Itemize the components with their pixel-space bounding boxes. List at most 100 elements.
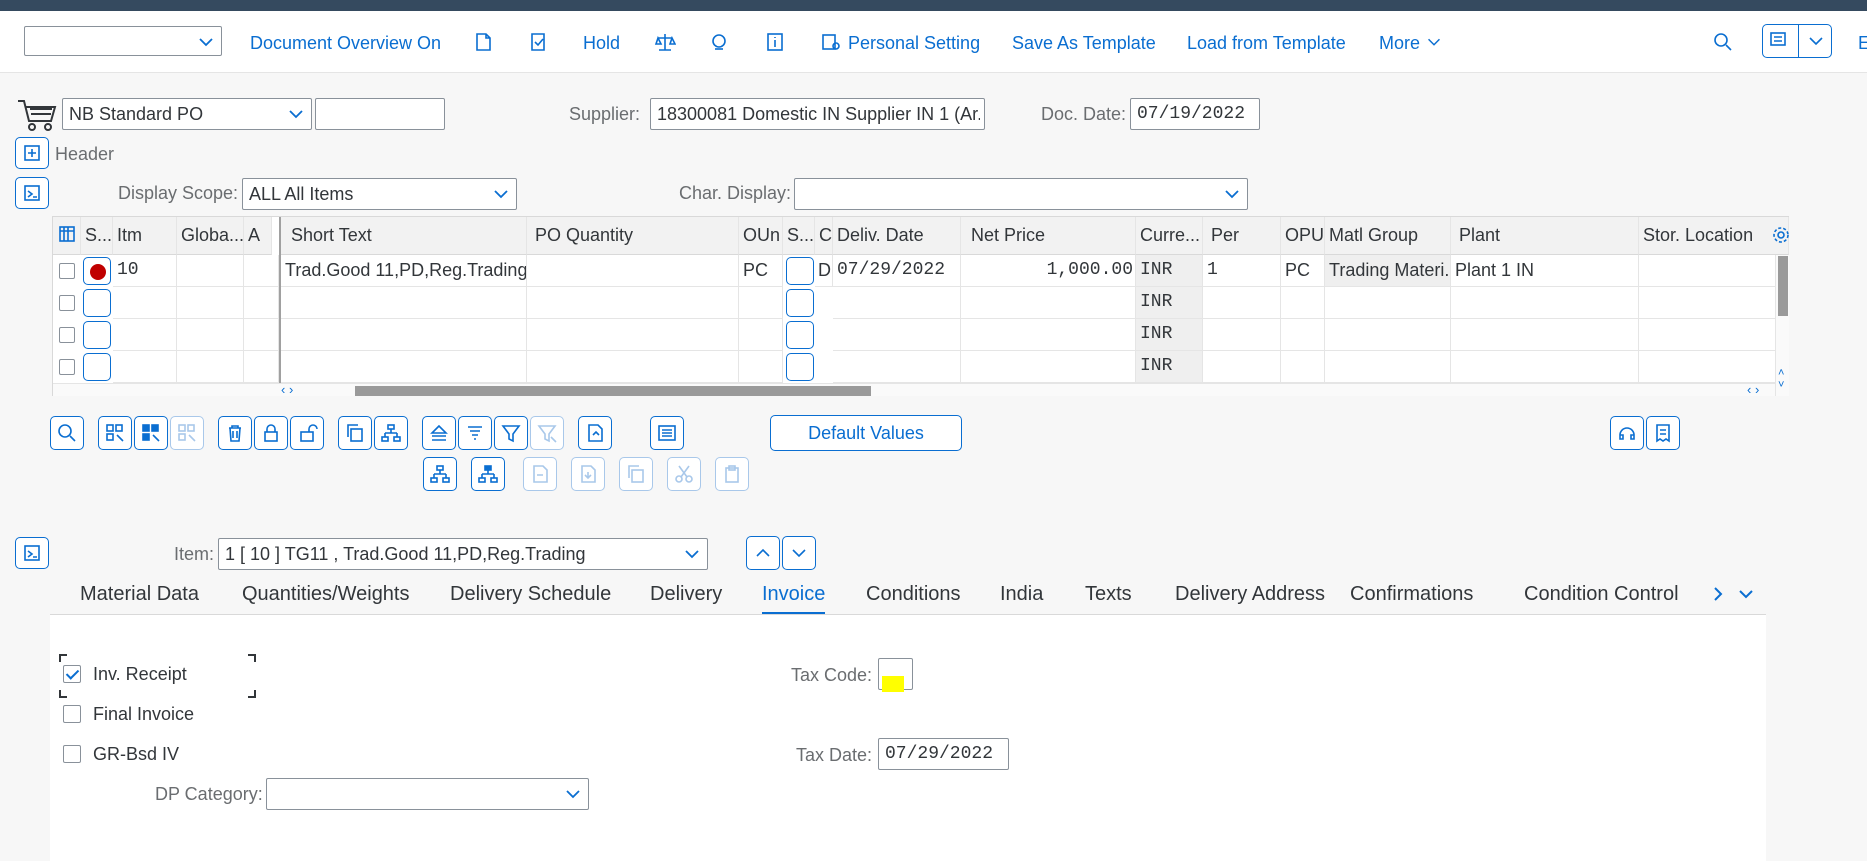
cell-po-quantity[interactable]	[527, 351, 739, 383]
cell-stor-location[interactable]	[1639, 319, 1776, 351]
cell-s-button[interactable]	[786, 289, 814, 317]
cell-deliv-date[interactable]	[833, 287, 961, 319]
tab-invoice[interactable]: Invoice	[762, 583, 825, 606]
lock-button[interactable]	[254, 416, 288, 450]
tabs-overflow-chevron-down-icon[interactable]	[1735, 583, 1757, 610]
cell-plant[interactable]: Plant 1 IN	[1451, 255, 1639, 287]
more-button[interactable]: More	[1379, 33, 1420, 54]
filter-button[interactable]	[494, 416, 528, 450]
collapse-item-detail-button[interactable]	[15, 537, 49, 569]
cell-stor-location[interactable]	[1639, 351, 1776, 383]
document-icon[interactable]	[470, 29, 496, 55]
status-button[interactable]	[83, 353, 111, 381]
structure-button[interactable]	[423, 457, 457, 491]
column-header-po-quantity[interactable]: PO Quantity	[527, 217, 739, 255]
tab-india[interactable]: India	[1000, 583, 1043, 606]
column-header-matl-group[interactable]: Matl Group	[1325, 217, 1451, 255]
cell-net-price[interactable]	[961, 319, 1136, 351]
copy-button[interactable]	[338, 416, 372, 450]
paste-button[interactable]	[715, 457, 749, 491]
variant-select[interactable]	[24, 26, 222, 56]
cell-deliv-date[interactable]	[833, 319, 961, 351]
transfer-button[interactable]	[523, 457, 557, 491]
cut-button[interactable]	[667, 457, 701, 491]
cell-global[interactable]	[177, 255, 244, 287]
doc-date-field[interactable]: 07/19/2022	[1130, 98, 1260, 130]
cell-a[interactable]	[244, 351, 279, 383]
column-header-plant[interactable]: Plant	[1451, 217, 1639, 255]
remove-filter-button[interactable]	[530, 416, 564, 450]
vertical-scrollbar[interactable]: ˄ ˅	[1775, 255, 1789, 396]
inv-receipt-checkbox[interactable]	[63, 665, 81, 683]
cart-icon[interactable]	[16, 97, 58, 133]
tab-texts[interactable]: Texts	[1085, 583, 1132, 606]
column-header-deliv-date[interactable]: Deliv. Date	[833, 217, 961, 255]
status-button[interactable]	[83, 321, 111, 349]
load-from-template-button[interactable]: Load from Template	[1187, 33, 1346, 54]
tabs-scroll-right-icon[interactable]	[1707, 583, 1729, 610]
scroll-left-right-icon[interactable]: ‹ ›	[1747, 382, 1759, 397]
structure-expand-button[interactable]	[471, 457, 505, 491]
next-item-button[interactable]	[782, 536, 816, 570]
sort-ascending-button[interactable]	[422, 416, 456, 450]
info-icon[interactable]	[762, 29, 788, 55]
cell-a[interactable]	[244, 319, 279, 351]
screen-menu-button[interactable]	[1762, 24, 1832, 58]
tab-delivery-address[interactable]: Delivery Address	[1175, 583, 1325, 606]
receipt-button[interactable]	[1646, 416, 1680, 450]
select-block-button[interactable]	[134, 416, 168, 450]
horizontal-scrollbar-thumb[interactable]	[355, 386, 871, 396]
tab-condition-control[interactable]: Condition Control	[1524, 583, 1679, 606]
cell-plant[interactable]	[1451, 287, 1639, 319]
cell-s-button[interactable]	[786, 353, 814, 381]
cell-po-quantity[interactable]	[527, 287, 739, 319]
cell-plant[interactable]	[1451, 351, 1639, 383]
status-button[interactable]	[83, 289, 111, 317]
cell-opu[interactable]	[1281, 287, 1325, 319]
cell-s-button[interactable]	[786, 257, 814, 285]
column-settings-icon[interactable]	[53, 217, 81, 255]
cell-matl-group[interactable]	[1325, 287, 1451, 319]
cell-matl-group[interactable]	[1325, 351, 1451, 383]
row-select-checkbox[interactable]	[59, 263, 75, 279]
chevron-down-icon[interactable]	[1424, 29, 1444, 55]
cell-per[interactable]	[1203, 351, 1281, 383]
document-type-select[interactable]: NB Standard PO	[62, 98, 312, 130]
cell-item[interactable]	[113, 319, 177, 351]
search-icon[interactable]	[1710, 29, 1736, 55]
cell-global[interactable]	[177, 351, 244, 383]
cell-a[interactable]	[244, 287, 279, 319]
table-settings-icon[interactable]	[1772, 226, 1790, 249]
balance-icon[interactable]	[652, 29, 678, 55]
column-header-s[interactable]: S...	[783, 217, 815, 255]
column-header-opu[interactable]: OPU	[1281, 217, 1325, 255]
cell-s-button[interactable]	[786, 321, 814, 349]
previous-item-button[interactable]	[746, 536, 780, 570]
cell-deliv-date[interactable]: 07/29/2022	[833, 255, 961, 287]
display-scope-select[interactable]: ALL All Items	[242, 178, 517, 210]
cell-matl-group[interactable]	[1325, 319, 1451, 351]
scroll-up-down-icon[interactable]: ˄ ˅	[1778, 367, 1784, 391]
hold-button[interactable]: Hold	[583, 33, 620, 54]
copy-document-button[interactable]	[619, 457, 653, 491]
document-view-button[interactable]	[578, 416, 612, 450]
status-button[interactable]	[83, 257, 111, 285]
row-select-checkbox[interactable]	[59, 327, 75, 343]
cell-c[interactable]: D	[815, 255, 833, 287]
column-header-per[interactable]: Per	[1203, 217, 1281, 255]
cell-short-text[interactable]: Trad.Good 11,PD,Reg.Trading	[281, 255, 527, 287]
horizontal-scrollbar[interactable]: ‹ › ‹ ›	[53, 382, 1775, 397]
select-all-button[interactable]	[98, 416, 132, 450]
cell-opu[interactable]	[1281, 319, 1325, 351]
unlock-button[interactable]	[290, 416, 324, 450]
column-header-stor-location[interactable]: Stor. Location	[1639, 217, 1789, 255]
tab-confirmations[interactable]: Confirmations	[1350, 583, 1473, 606]
cell-net-price[interactable]	[961, 351, 1136, 383]
column-header-item[interactable]: Itm	[113, 217, 177, 255]
deselect-all-button[interactable]	[170, 416, 204, 450]
personal-setting-button[interactable]: Personal Setting	[848, 33, 980, 54]
tab-delivery-schedule[interactable]: Delivery Schedule	[450, 583, 611, 606]
item-select[interactable]: 1 [ 10 ] TG11 , Trad.Good 11,PD,Reg.Trad…	[218, 538, 708, 570]
print-preview-icon[interactable]	[706, 29, 732, 55]
column-header-status[interactable]: S...	[81, 217, 113, 255]
